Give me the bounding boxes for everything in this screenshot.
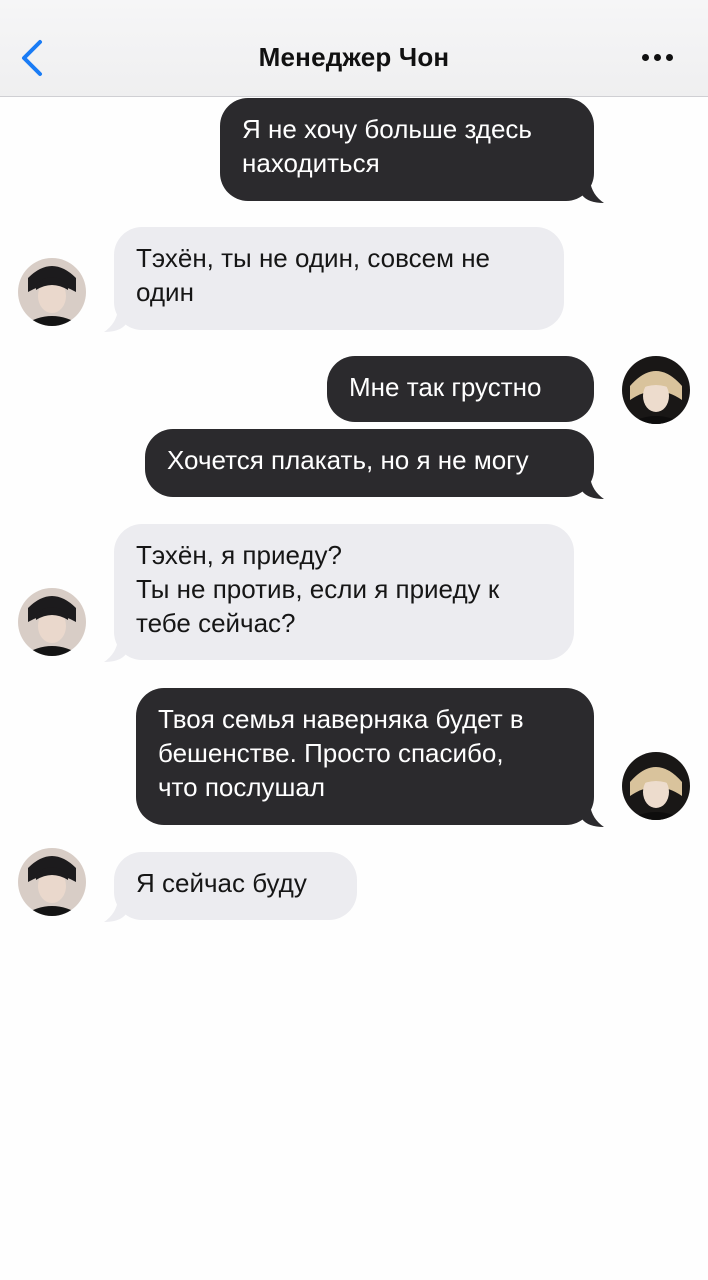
bubble-tail — [104, 640, 126, 662]
bubble-tail — [582, 805, 604, 827]
ellipsis-dot — [654, 54, 661, 61]
message-bubble-incoming[interactable]: Я сейчас буду — [104, 852, 357, 922]
message-text: Тэхён, я приеду? Ты не против, если я пр… — [136, 540, 500, 638]
avatar-photo — [18, 588, 86, 656]
message-text: Мне так грустно — [349, 372, 542, 402]
message-text: Тэхён, ты не один, совсем не один — [136, 243, 491, 307]
avatar-photo — [18, 848, 86, 916]
message-text: Я сейчас буду — [136, 868, 307, 898]
avatar-manager[interactable] — [18, 588, 86, 656]
avatar-user[interactable] — [622, 752, 690, 820]
bubble-tail — [582, 477, 604, 499]
ellipsis-dot — [666, 54, 673, 61]
avatar-manager[interactable] — [18, 848, 86, 916]
message-bubble-outgoing[interactable]: Твоя семья наверняка будет в бешенстве. … — [136, 688, 604, 827]
avatar-manager[interactable] — [18, 258, 86, 326]
message-text: Я не хочу больше здесь находиться — [242, 114, 532, 178]
bubble-tail — [582, 181, 604, 203]
message-text: Хочется плакать, но я не могу — [167, 445, 529, 475]
message-bubble-outgoing[interactable]: Хочется плакать, но я не могу — [145, 429, 604, 499]
bubble-tail — [104, 900, 126, 922]
message-bubble-incoming[interactable]: Тэхён, я приеду? Ты не против, если я пр… — [104, 524, 574, 662]
chat-title: Менеджер Чон — [258, 42, 450, 72]
avatar-photo — [622, 356, 690, 424]
more-options-button[interactable] — [638, 46, 678, 70]
avatar-user[interactable] — [622, 356, 690, 424]
message-bubble-outgoing[interactable]: Мне так грустно — [327, 356, 594, 422]
ellipsis-icon — [642, 54, 649, 61]
avatar-photo — [622, 752, 690, 820]
bubble-tail — [104, 310, 126, 332]
chat-header: Менеджер Чон — [0, 0, 708, 97]
message-bubble-outgoing[interactable]: Я не хочу больше здесь находиться — [220, 98, 604, 203]
avatar-photo — [18, 258, 86, 326]
message-text: Твоя семья наверняка будет в бешенстве. … — [158, 704, 524, 802]
message-bubble-incoming[interactable]: Тэхён, ты не один, совсем не один — [104, 227, 564, 332]
